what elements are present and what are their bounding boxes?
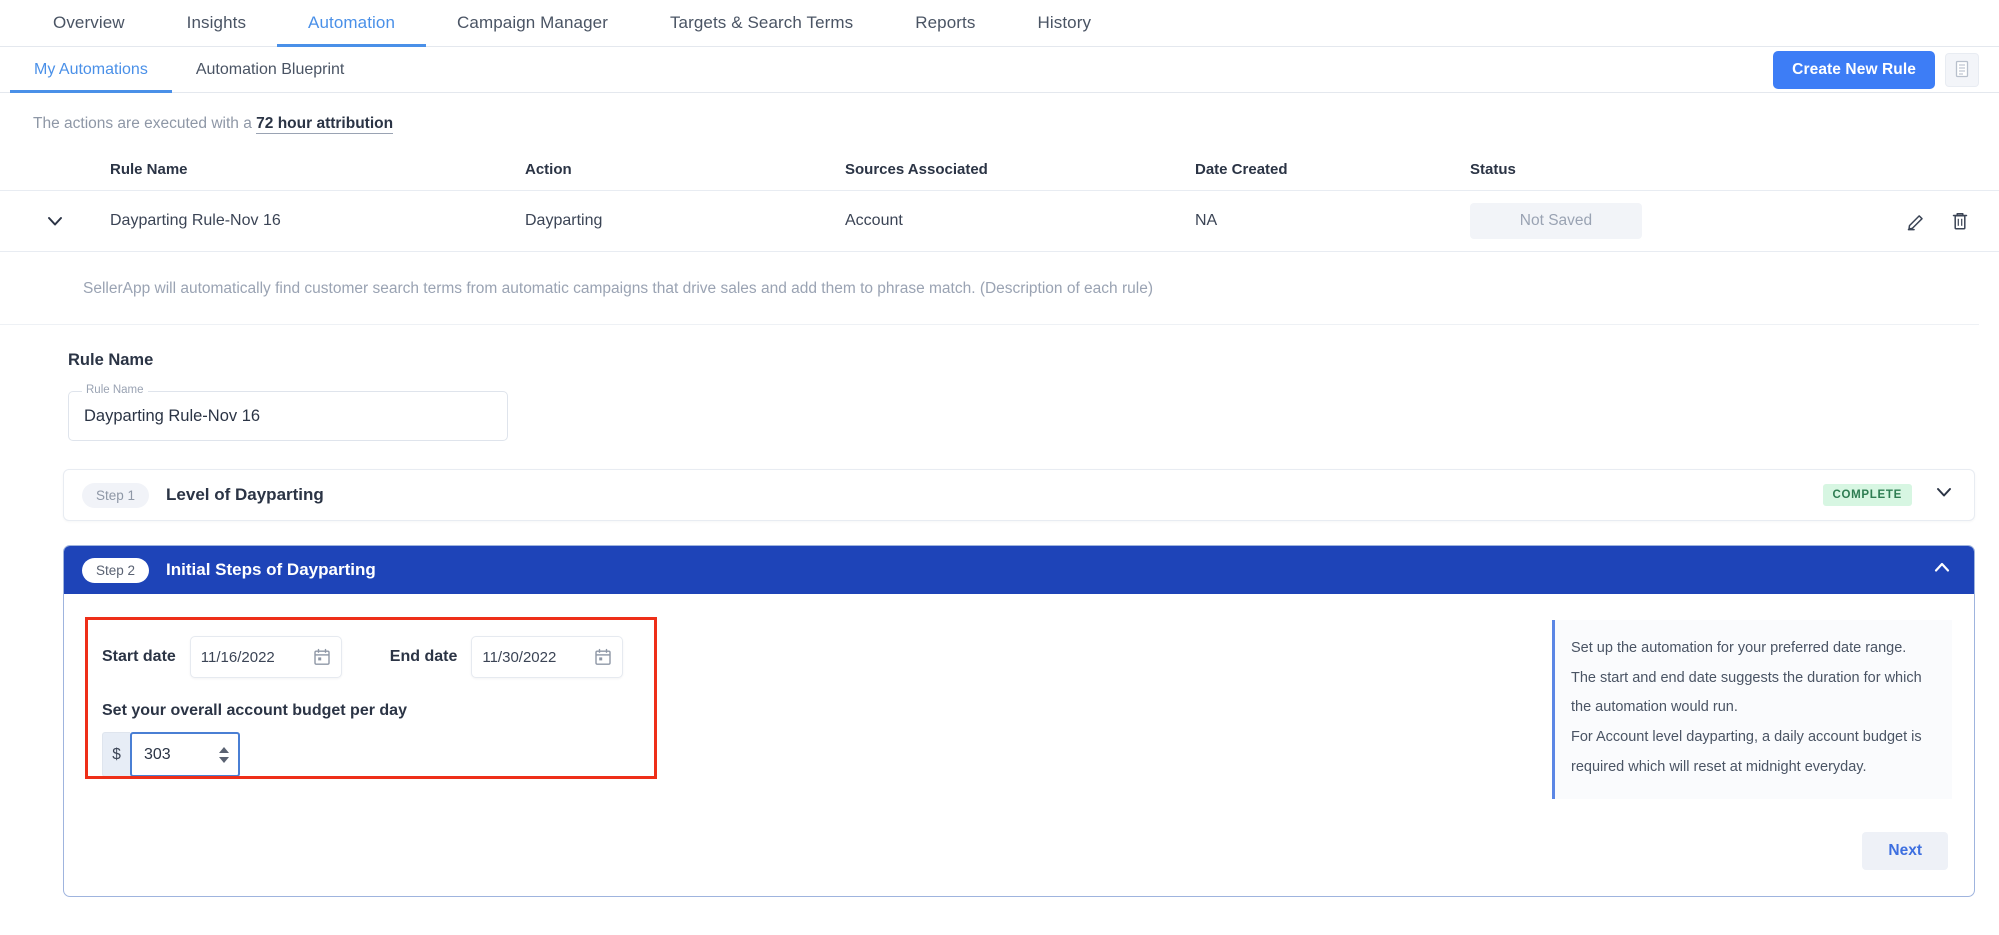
step-1-card[interactable]: Step 1 Level of Dayparting COMPLETE bbox=[63, 469, 1975, 521]
trash-icon bbox=[1952, 213, 1968, 230]
start-date-label: Start date bbox=[102, 648, 176, 665]
chevron-down-icon bbox=[48, 216, 62, 225]
subtab-my-automations[interactable]: My Automations bbox=[10, 47, 172, 93]
nav-tab-reports[interactable]: Reports bbox=[884, 0, 1006, 46]
subtab-automation-blueprint[interactable]: Automation Blueprint bbox=[172, 47, 369, 92]
currency-prefix: $ bbox=[102, 732, 130, 777]
step-1-status-badge: COMPLETE bbox=[1822, 484, 1912, 506]
start-date-calendar-button[interactable] bbox=[313, 648, 331, 666]
cell-rule-name: Dayparting Rule-Nov 16 bbox=[110, 212, 281, 229]
help-text-line-2: For Account level dayparting, a daily ac… bbox=[1571, 729, 1922, 775]
step-2-title: Initial Steps of Dayparting bbox=[166, 560, 376, 579]
date-range-row: Start date 11/16/2022 End date 11/30/202… bbox=[80, 610, 1552, 678]
th-spacer bbox=[0, 161, 110, 178]
subnav-actions: Create New Rule bbox=[1773, 47, 1999, 92]
subtab-automation-blueprint-label: Automation Blueprint bbox=[195, 60, 345, 78]
step-2-panel: Step 2 Initial Steps of Dayparting Start… bbox=[63, 545, 1975, 897]
stepper-up-icon bbox=[219, 746, 229, 753]
budget-label: Set your overall account budget per day bbox=[102, 702, 407, 719]
nav-tab-history[interactable]: History bbox=[1006, 0, 1122, 46]
nav-tab-reports-label: Reports bbox=[915, 13, 976, 32]
chevron-up-icon bbox=[1934, 562, 1950, 572]
calendar-icon bbox=[314, 648, 330, 665]
create-new-rule-button[interactable]: Create New Rule bbox=[1773, 50, 1935, 89]
attribution-prefix: The actions are executed with a bbox=[33, 115, 257, 132]
calendar-icon bbox=[595, 648, 612, 665]
cell-status: Not Saved bbox=[1470, 203, 1770, 239]
step-2-collapse-toggle[interactable] bbox=[1932, 561, 1952, 579]
th-date-created: Date Created bbox=[1195, 161, 1288, 178]
nav-tab-automation-label: Automation bbox=[308, 13, 396, 32]
budget-stepper[interactable] bbox=[218, 746, 230, 764]
pencil-icon bbox=[1907, 215, 1923, 231]
rule-name-section: Rule Name Rule Name bbox=[0, 325, 1999, 441]
help-panel: Set up the automation for your preferred… bbox=[1552, 620, 1952, 799]
budget-input-group: $ bbox=[80, 720, 1552, 777]
step-1-expand-toggle[interactable] bbox=[1934, 486, 1954, 504]
rule-description: SellerApp will automatically find custom… bbox=[0, 252, 1979, 325]
budget-field[interactable] bbox=[130, 732, 240, 777]
end-date-calendar-button[interactable] bbox=[594, 648, 612, 666]
automations-table-header: Rule Name Action Sources Associated Date… bbox=[0, 133, 1999, 178]
page-content: The actions are executed with a 72 hour … bbox=[0, 93, 1999, 935]
delete-rule-button[interactable] bbox=[1949, 210, 1971, 232]
step-1-title: Level of Dayparting bbox=[166, 485, 324, 504]
th-status: Status bbox=[1470, 161, 1516, 178]
secondary-navigation: My Automations Automation Blueprint Crea… bbox=[0, 47, 1999, 93]
document-icon bbox=[1955, 60, 1968, 78]
row-action-buttons bbox=[1770, 210, 1999, 232]
edit-rule-button[interactable] bbox=[1905, 210, 1927, 232]
th-action: Action bbox=[525, 161, 572, 178]
start-date-field[interactable] bbox=[189, 636, 342, 678]
primary-navigation: Overview Insights Automation Campaign Ma… bbox=[0, 0, 1999, 47]
status-badge: Not Saved bbox=[1470, 203, 1642, 239]
help-text-line-1: Set up the automation for your preferred… bbox=[1571, 640, 1922, 716]
th-rule-name: Rule Name bbox=[110, 161, 188, 178]
rule-name-input[interactable] bbox=[69, 406, 507, 426]
step-2-pill: Step 2 bbox=[82, 557, 150, 583]
document-icon-button[interactable] bbox=[1945, 52, 1979, 87]
nav-tab-overview[interactable]: Overview bbox=[22, 0, 156, 46]
nav-tab-insights[interactable]: Insights bbox=[156, 0, 277, 46]
stepper-down-icon bbox=[219, 756, 229, 763]
step-2-header-right bbox=[1932, 561, 1952, 579]
attribution-highlight[interactable]: 72 hour attribution bbox=[256, 115, 394, 134]
nav-tab-overview-label: Overview bbox=[53, 13, 125, 32]
next-button[interactable]: Next bbox=[1862, 832, 1948, 870]
nav-tab-campaign-manager-label: Campaign Manager bbox=[457, 13, 608, 32]
nav-tab-targets-search-terms[interactable]: Targets & Search Terms bbox=[639, 0, 884, 46]
start-date-input[interactable] bbox=[200, 648, 313, 666]
table-row[interactable]: Dayparting Rule-Nov 16 Dayparting Accoun… bbox=[0, 190, 1999, 252]
row-expand-toggle[interactable] bbox=[0, 215, 110, 228]
th-sources-associated: Sources Associated bbox=[845, 161, 988, 178]
end-date-label: End date bbox=[389, 648, 458, 665]
step-2-help-column: Set up the automation for your preferred… bbox=[1552, 610, 1952, 812]
rule-name-floating-label: Rule Name bbox=[82, 384, 148, 396]
budget-input[interactable] bbox=[144, 745, 218, 764]
cell-sources-associated: Account bbox=[845, 212, 903, 229]
nav-tab-targets-search-terms-label: Targets & Search Terms bbox=[669, 13, 854, 32]
nav-tab-campaign-manager[interactable]: Campaign Manager bbox=[426, 0, 639, 46]
rule-name-heading: Rule Name bbox=[68, 351, 154, 369]
chevron-down-icon bbox=[1937, 488, 1951, 497]
step-2-body: Start date 11/16/2022 End date 11/30/202… bbox=[64, 594, 1974, 832]
th-actions bbox=[1770, 161, 1999, 178]
subtab-my-automations-label: My Automations bbox=[34, 60, 148, 78]
rule-name-field[interactable]: Rule Name bbox=[68, 384, 508, 441]
end-date-field[interactable] bbox=[471, 636, 624, 678]
end-date-input[interactable] bbox=[482, 648, 595, 666]
nav-tab-insights-label: Insights bbox=[186, 13, 247, 32]
step-1-right: COMPLETE bbox=[1822, 484, 1955, 506]
cell-date-created: NA bbox=[1195, 212, 1218, 229]
cell-action: Dayparting bbox=[525, 212, 603, 229]
nav-tab-automation[interactable]: Automation bbox=[277, 0, 427, 47]
step-1-pill: Step 1 bbox=[82, 482, 150, 508]
step-2-footer: Next bbox=[64, 832, 1974, 896]
attribution-note: The actions are executed with a 72 hour … bbox=[0, 93, 1999, 134]
nav-tab-history-label: History bbox=[1037, 13, 1092, 32]
step-2-form: Start date 11/16/2022 End date 11/30/202… bbox=[80, 610, 1552, 812]
step-2-header[interactable]: Step 2 Initial Steps of Dayparting bbox=[64, 546, 1974, 594]
